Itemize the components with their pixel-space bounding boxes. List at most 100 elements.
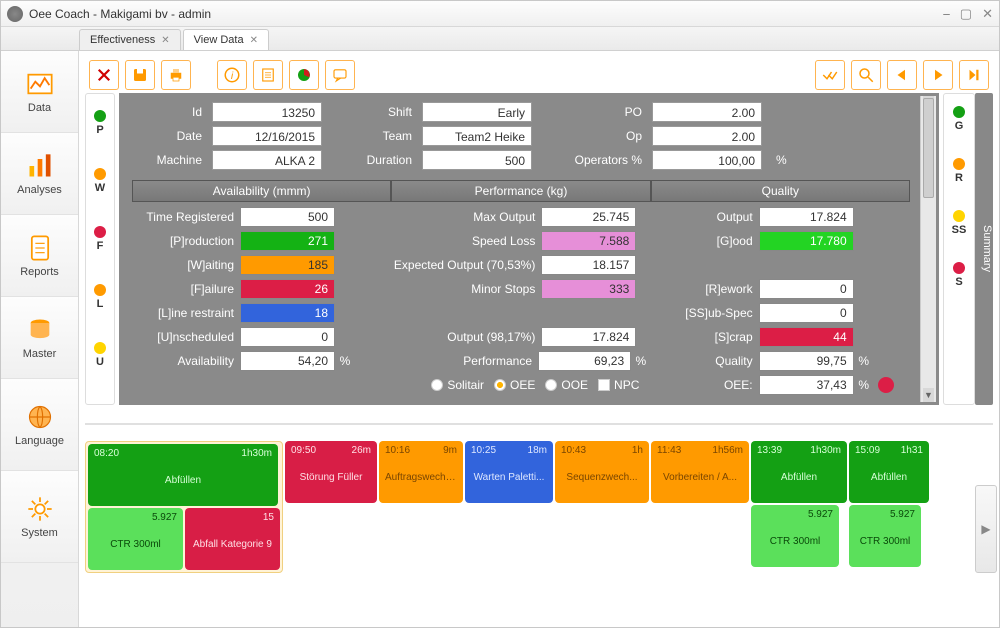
timeline-sub-block[interactable]: 5.927CTR 300ml — [751, 505, 839, 567]
dot-r[interactable]: R — [953, 158, 965, 184]
date-field[interactable]: 12/16/2015 — [212, 126, 322, 146]
timeline-group[interactable]: 13:391h30mAbfüllen5.927CTR 300ml — [751, 441, 847, 573]
timeline-block[interactable]: 15:091h31Abfüllen — [849, 441, 929, 503]
time-registered[interactable]: 500 — [240, 207, 335, 227]
timeline: 08:201h30mAbfüllen5.927CTR 300ml15Abfall… — [85, 441, 993, 573]
nav-master[interactable]: Master — [1, 297, 78, 379]
timeline-block[interactable]: 10:2518mWarten Paletti... — [465, 441, 553, 503]
scroll-thumb[interactable] — [923, 98, 934, 198]
timeline-group[interactable]: 15:091h31Abfüllen5.927CTR 300ml — [849, 441, 929, 573]
q-output[interactable]: 17.824 — [759, 207, 854, 227]
quality-val[interactable]: 99,75 — [759, 351, 854, 371]
scrap-val[interactable]: 44 — [759, 327, 854, 347]
toolbar: i — [85, 57, 993, 93]
failure-val[interactable]: 26 — [240, 279, 335, 299]
duration-field[interactable]: 500 — [422, 150, 532, 170]
expected-output[interactable]: 18.157 — [541, 255, 636, 275]
timeline-sub-block[interactable]: 15Abfall Kategorie 9 — [185, 508, 280, 570]
timeline-group[interactable]: 10:431hSequenzwech... — [555, 441, 649, 573]
subspec-val[interactable]: 0 — [759, 303, 854, 323]
dot-p[interactable]: P — [94, 110, 106, 136]
timeline-block[interactable]: 13:391h30mAbfüllen — [751, 441, 847, 503]
availability-val[interactable]: 54,20 — [240, 351, 335, 371]
good-val[interactable]: 17.780 — [759, 231, 854, 251]
tab-effectiveness[interactable]: Effectiveness ✕ — [79, 29, 181, 50]
minor-stops[interactable]: 333 — [541, 279, 636, 299]
timeline-sub-block[interactable]: 5.927CTR 300ml — [88, 508, 183, 570]
section-performance: Performance (kg) — [391, 180, 650, 202]
notes-button[interactable] — [253, 60, 283, 90]
dot-f[interactable]: F — [94, 226, 106, 252]
timeline-block[interactable]: 10:431hSequenzwech... — [555, 441, 649, 503]
nav-system[interactable]: System — [1, 471, 78, 563]
timeline-sub-block[interactable]: 5.927CTR 300ml — [849, 505, 921, 567]
team-field[interactable]: Team2 Heike — [422, 126, 532, 146]
production-val[interactable]: 271 — [240, 231, 335, 251]
timeline-block[interactable]: 08:201h30mAbfüllen — [88, 444, 278, 506]
waiting-val[interactable]: 185 — [240, 255, 335, 275]
print-button[interactable] — [161, 60, 191, 90]
radio-ooe[interactable]: OOE — [545, 378, 588, 392]
scroll-down-icon[interactable]: ▼ — [923, 388, 934, 402]
comment-button[interactable] — [325, 60, 355, 90]
maximize-icon[interactable]: ▢ — [960, 6, 972, 22]
tab-view-data[interactable]: View Data ✕ — [183, 29, 269, 50]
minimize-icon[interactable]: ⎯ — [943, 6, 950, 22]
prev-button[interactable] — [887, 60, 917, 90]
search-button[interactable] — [851, 60, 881, 90]
svg-text:i: i — [231, 70, 234, 82]
dot-u[interactable]: U — [94, 342, 106, 368]
timeline-block[interactable]: 11:431h56mVorbereiten / A... — [651, 441, 749, 503]
radio-oee[interactable]: OEE — [494, 378, 535, 392]
scrollbar[interactable]: ▲ ▼ — [920, 96, 936, 402]
dot-s[interactable]: S — [953, 262, 965, 288]
op-field[interactable]: 2.00 — [652, 126, 762, 146]
section-quality: Quality — [651, 180, 910, 202]
close-button[interactable] — [89, 60, 119, 90]
timeline-group[interactable]: 10:169mAuftragswechs... — [379, 441, 463, 573]
max-output[interactable]: 25.745 — [541, 207, 636, 227]
dot-ss[interactable]: SS — [952, 210, 967, 236]
pie-button[interactable] — [289, 60, 319, 90]
timeline-group[interactable]: 08:201h30mAbfüllen5.927CTR 300ml15Abfall… — [85, 441, 283, 573]
info-button[interactable]: i — [217, 60, 247, 90]
timeline-block[interactable]: 09:5026mStörung Füller — [285, 441, 377, 503]
nav-analyses[interactable]: Analyses — [1, 133, 78, 215]
close-icon[interactable]: ✕ — [982, 6, 993, 22]
play-button[interactable] — [923, 60, 953, 90]
timeline-group[interactable]: 10:2518mWarten Paletti... — [465, 441, 553, 573]
dot-l[interactable]: L — [94, 284, 106, 310]
id-field[interactable]: 13250 — [212, 102, 322, 122]
save-button[interactable] — [125, 60, 155, 90]
end-button[interactable] — [959, 60, 989, 90]
line-restraint-val[interactable]: 18 — [240, 303, 335, 323]
performance-val[interactable]: 69,23 — [538, 351, 631, 371]
timeline-next-button[interactable]: ▶ — [975, 485, 997, 573]
radio-solitair[interactable]: Solitair — [431, 378, 484, 392]
timeline-group[interactable]: 11:431h56mVorbereiten / A... — [651, 441, 749, 573]
oee-total[interactable]: 37,43 — [759, 375, 854, 395]
rework-val[interactable]: 0 — [759, 279, 854, 299]
tab-label: Effectiveness — [90, 34, 155, 46]
po-field[interactable]: 2.00 — [652, 102, 762, 122]
timeline-group[interactable]: 09:5026mStörung Füller — [285, 441, 377, 573]
check-npc[interactable]: NPC — [598, 378, 639, 392]
nav-language[interactable]: Language — [1, 379, 78, 471]
tab-label: View Data — [194, 34, 244, 46]
summary-tab[interactable]: Summary — [975, 93, 993, 405]
shift-field[interactable]: Early — [422, 102, 532, 122]
nav-reports[interactable]: Reports — [1, 215, 78, 297]
perf-output[interactable]: 17.824 — [541, 327, 636, 347]
speed-loss[interactable]: 7.588 — [541, 231, 636, 251]
tab-close-icon[interactable]: ✕ — [250, 35, 258, 46]
machine-field[interactable]: ALKA 2 — [212, 150, 322, 170]
confirm-button[interactable] — [815, 60, 845, 90]
nav-data[interactable]: Data — [1, 51, 78, 133]
tab-close-icon[interactable]: ✕ — [161, 35, 169, 46]
unscheduled-val[interactable]: 0 — [240, 327, 335, 347]
timeline-block[interactable]: 10:169mAuftragswechs... — [379, 441, 463, 503]
data-grid: Id13250 Date12/16/2015 MachineALKA 2 Shi… — [119, 93, 939, 405]
dot-g[interactable]: G — [953, 106, 965, 132]
operators-pct-field[interactable]: 100,00 — [652, 150, 762, 170]
dot-w[interactable]: W — [94, 168, 106, 194]
